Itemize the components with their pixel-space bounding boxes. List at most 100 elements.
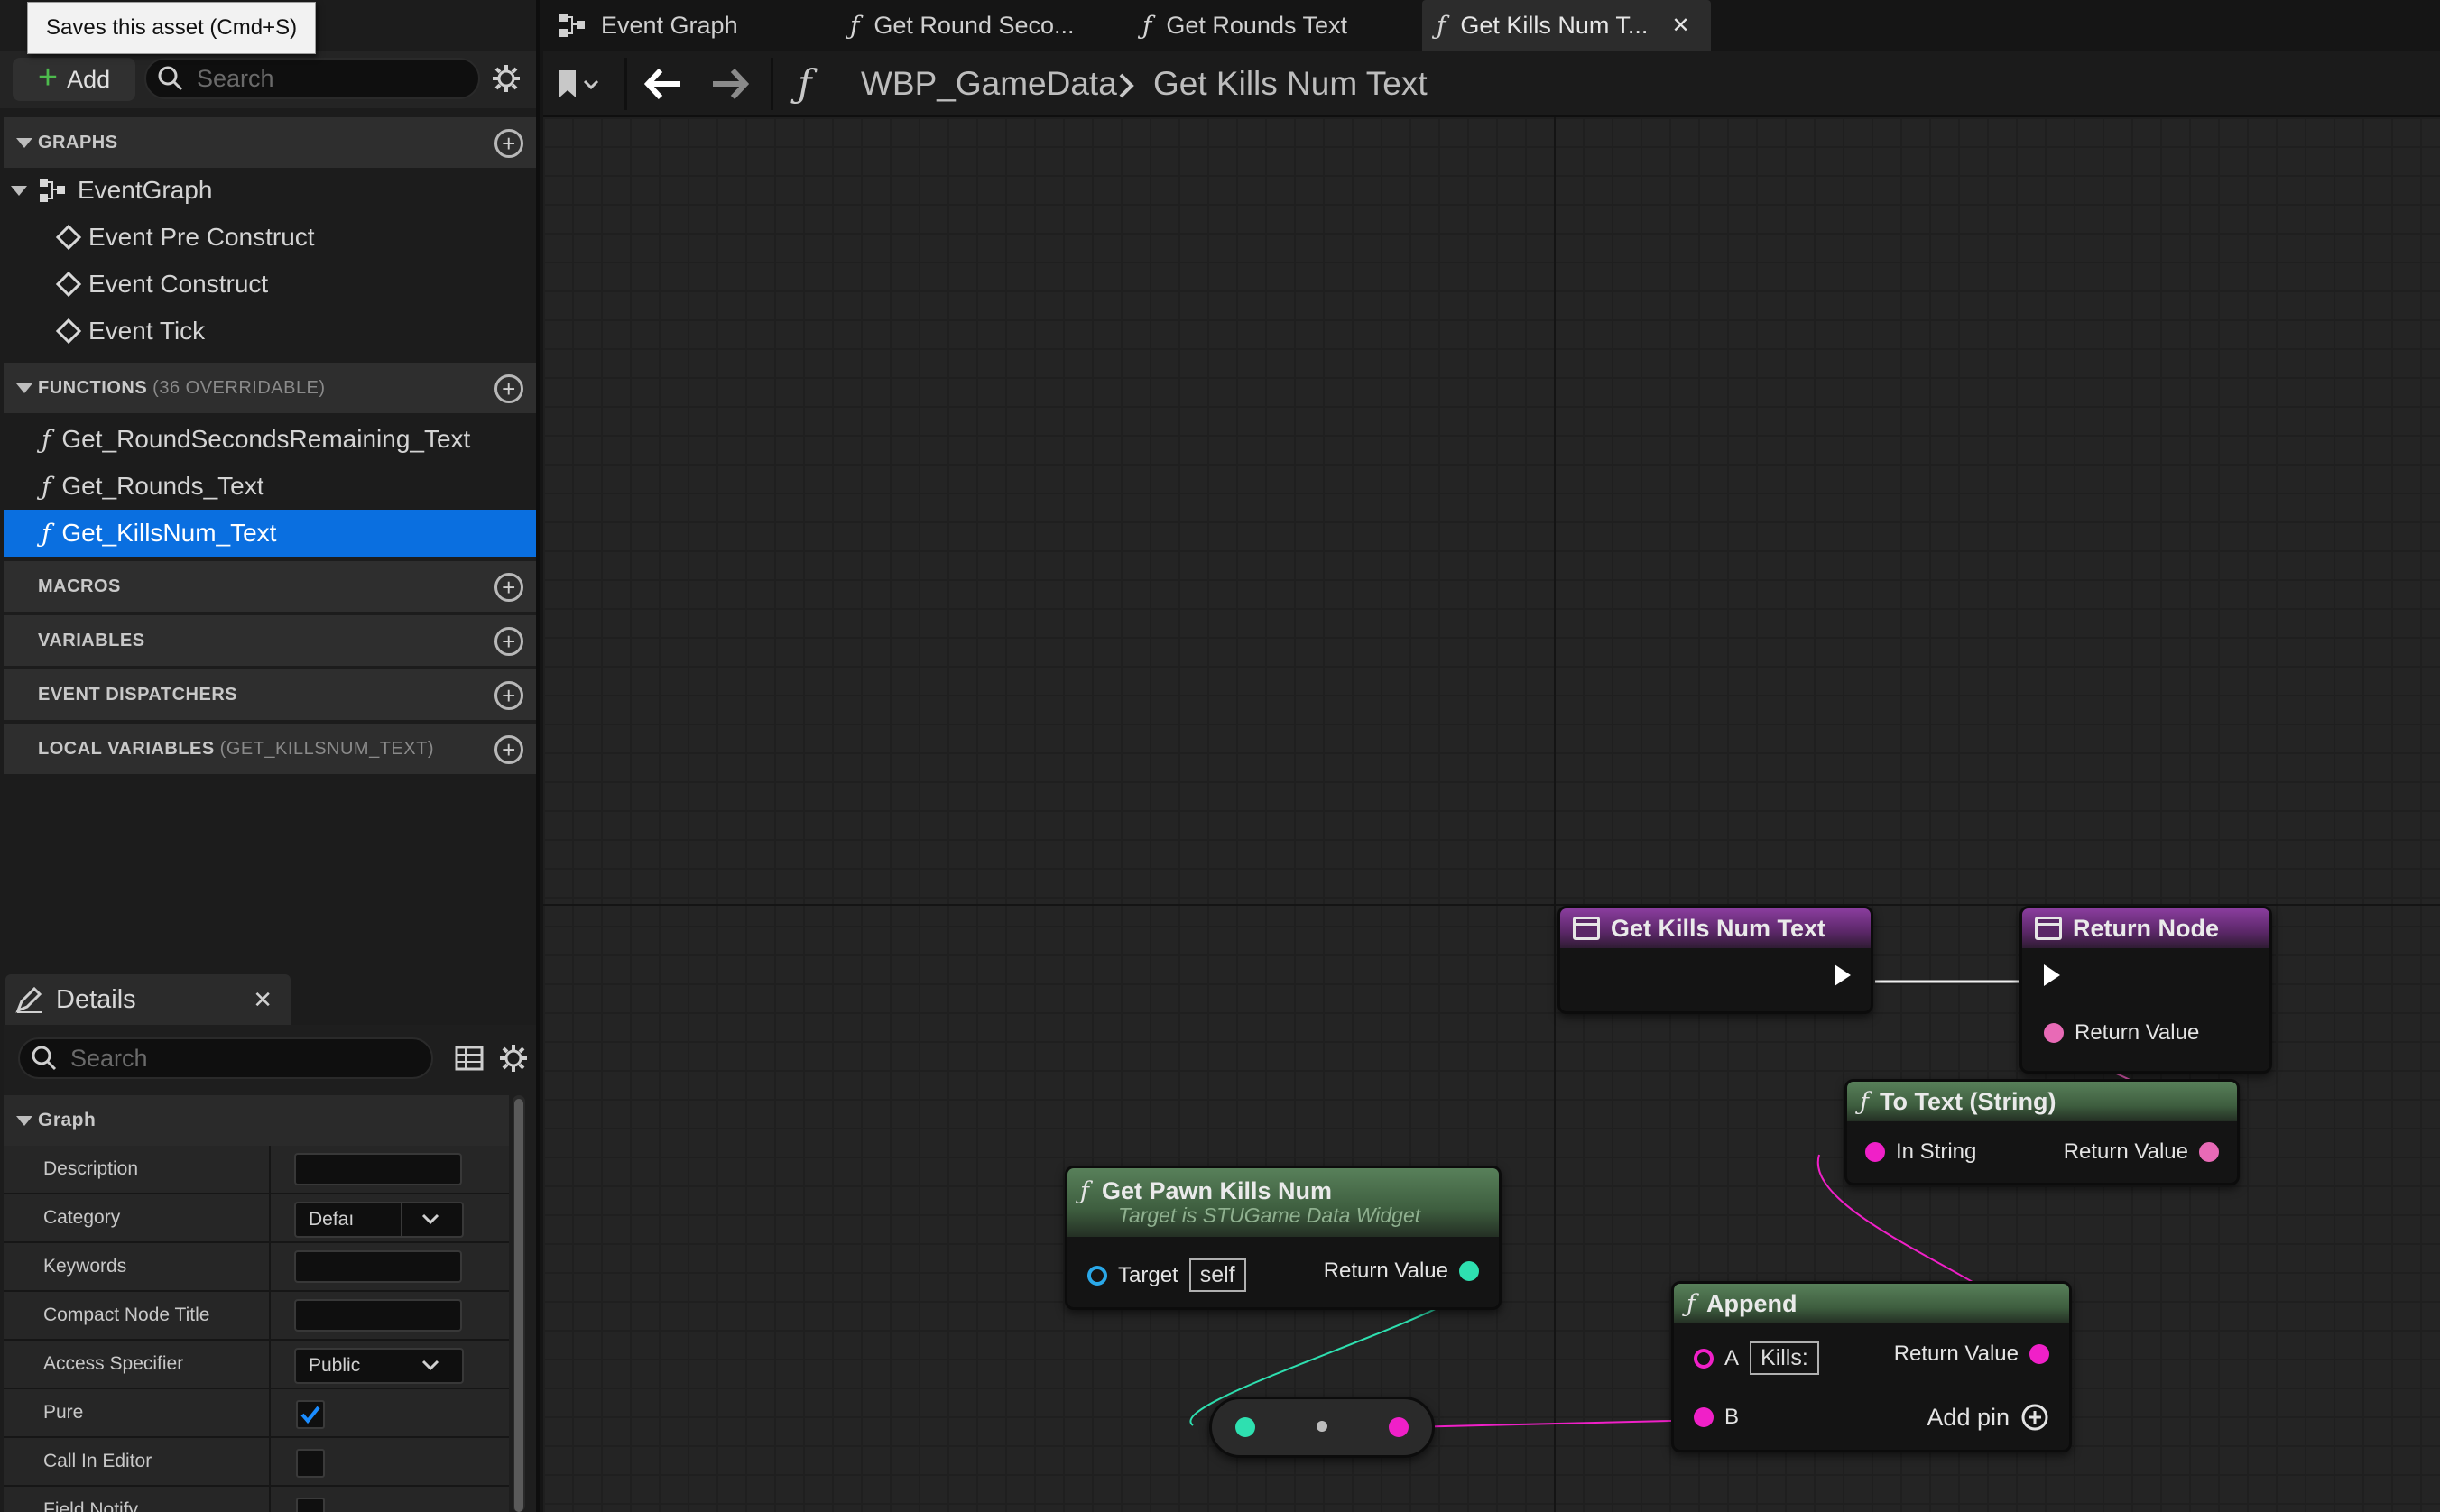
section-variables[interactable]: VARIABLES + [4, 615, 536, 666]
details-scrollbar-thumb[interactable] [514, 1099, 523, 1512]
node-append[interactable]: ƒ Append A Kills: Return Value B Add pin [1671, 1281, 2072, 1452]
details-search-input[interactable] [70, 1044, 431, 1073]
text-pin[interactable] [2199, 1142, 2219, 1162]
section-graphs[interactable]: GRAPHS + [4, 117, 536, 168]
node-to-text-string[interactable]: ƒ To Text (String) In String Return Valu… [1844, 1079, 2240, 1185]
collapse-triangle-icon [16, 383, 32, 393]
exec-out-pin[interactable] [1835, 964, 1851, 986]
back-arrow-icon[interactable] [644, 69, 684, 99]
details-group-graph[interactable]: Graph [4, 1095, 509, 1146]
tree-item-event-tick[interactable]: Event Tick [55, 308, 205, 355]
string-pin[interactable] [1865, 1142, 1885, 1162]
node-return[interactable]: Return Node Return Value [2019, 906, 2272, 1074]
add-function-icon[interactable]: + [494, 374, 523, 403]
prop-divider [269, 1389, 271, 1436]
event-graph-icon [38, 177, 67, 204]
string-pin[interactable] [1694, 1348, 1714, 1369]
close-icon[interactable]: ✕ [253, 986, 273, 1014]
blueprint-search[interactable] [144, 58, 480, 99]
field-notify-checkbox[interactable] [296, 1498, 325, 1512]
event-diamond-icon [55, 271, 82, 298]
section-graphs-label: GRAPHS [38, 132, 118, 152]
section-variables-label: VARIABLES [38, 630, 145, 650]
add-button[interactable]: + Add [13, 58, 135, 101]
add-pin-button[interactable]: Add pin [1927, 1403, 2049, 1432]
get-pawn-return-pin-row[interactable]: Return Value [1324, 1258, 1479, 1284]
access-specifier-combo[interactable]: Public [294, 1348, 464, 1384]
section-event-dispatchers[interactable]: EVENT DISPATCHERS + [4, 669, 536, 720]
description-input[interactable] [294, 1153, 462, 1185]
section-macros[interactable]: MACROS + [4, 561, 536, 612]
string-pin[interactable] [1389, 1417, 1409, 1437]
compact-title-input[interactable] [294, 1299, 462, 1332]
append-a-default-input[interactable]: Kills: [1750, 1341, 1819, 1375]
prop-divider [269, 1194, 271, 1241]
string-pin[interactable] [1694, 1407, 1714, 1427]
int-pin[interactable] [1235, 1417, 1255, 1437]
breadcrumb-root[interactable]: WBP_GameData [861, 51, 1117, 117]
prop-label: Call In Editor [43, 1451, 152, 1471]
collapse-triangle-icon [16, 1115, 32, 1126]
exec-in-pin[interactable] [2044, 964, 2060, 986]
pin-label: Return Value [1323, 1258, 1448, 1283]
target-pin-row[interactable]: Target self [1087, 1258, 1246, 1292]
target-self-default[interactable]: self [1188, 1258, 1246, 1292]
add-local-variable-icon[interactable]: + [494, 735, 523, 764]
prop-row-call-in-editor: Call In Editor [4, 1438, 509, 1487]
details-tab[interactable]: Details ✕ [5, 974, 291, 1025]
tab-event-graph[interactable]: Event Graph [543, 0, 841, 51]
forward-arrow-icon[interactable] [709, 69, 749, 99]
category-combo[interactable]: Defaı [294, 1202, 464, 1238]
bookmark-icon[interactable] [556, 67, 601, 101]
to-text-return-pin-row[interactable]: Return Value [2064, 1139, 2219, 1165]
function-result-icon [2035, 917, 2062, 940]
section-local-variables[interactable]: LOCAL VARIABLES (GET_KILLSNUM_TEXT) + [4, 724, 536, 774]
table-view-icon[interactable] [455, 1045, 484, 1072]
tab-get-round-seconds[interactable]: ƒ Get Round Seco... [836, 0, 1124, 51]
return-value-pin-row[interactable]: Return Value [2044, 1020, 2199, 1046]
node-get-pawn-kills-num[interactable]: ƒ Get Pawn Kills Num Target is STUGame D… [1065, 1166, 1502, 1310]
add-graph-icon[interactable]: + [494, 129, 523, 158]
close-tab-icon[interactable]: ✕ [1671, 13, 1689, 39]
tree-item-eventgraph[interactable]: EventGraph [11, 167, 212, 214]
section-event-dispatchers-label: EVENT DISPATCHERS [38, 684, 238, 705]
append-b-pin-row[interactable]: B [1694, 1405, 1739, 1430]
details-search[interactable] [18, 1037, 433, 1079]
tree-item-function[interactable]: ƒ Get_Rounds_Text [42, 463, 264, 510]
string-pin[interactable] [2029, 1344, 2049, 1364]
event-diamond-icon [55, 224, 82, 251]
blueprint-search-input[interactable] [197, 64, 478, 93]
tab-get-rounds-text[interactable]: ƒ Get Rounds Text [1128, 0, 1417, 51]
tree-item-function[interactable]: ƒ Get_RoundSecondsRemaining_Text [42, 416, 470, 463]
pin-label: In String [1896, 1139, 1977, 1164]
add-macro-icon[interactable]: + [494, 573, 523, 602]
int-pin[interactable] [1459, 1261, 1479, 1281]
append-a-pin-row[interactable]: A Kills: [1694, 1341, 1819, 1375]
call-in-editor-checkbox[interactable] [296, 1449, 325, 1478]
node-header: Get Kills Num Text [1560, 908, 1871, 948]
tree-item-event-pre-construct[interactable]: Event Pre Construct [55, 214, 315, 261]
add-variable-icon[interactable]: + [494, 627, 523, 656]
settings-gear-icon[interactable] [498, 1043, 529, 1074]
object-pin[interactable] [1087, 1265, 1107, 1286]
function-icon: ƒ [42, 518, 51, 549]
tab-get-kills-num-text[interactable]: ƒ Get Kills Num T... ✕ [1422, 0, 1711, 51]
node-conversion-int-to-string[interactable] [1209, 1397, 1435, 1458]
prop-label: Field Notify [43, 1499, 139, 1512]
settings-gear-icon[interactable] [491, 63, 522, 94]
append-return-pin-row[interactable]: Return Value [1894, 1341, 2049, 1367]
tree-item-function-selected[interactable]: ƒ Get_KillsNum_Text [4, 510, 536, 557]
function-label: Get_KillsNum_Text [61, 519, 277, 547]
section-local-variables-scope: (GET_KILLSNUM_TEXT) [219, 738, 434, 759]
node-function-entry[interactable]: Get Kills Num Text [1557, 906, 1873, 1014]
pure-checkbox[interactable] [296, 1400, 325, 1429]
prop-row-compact-title: Compact Node Title [4, 1292, 509, 1341]
section-functions[interactable]: FUNCTIONS (36 OVERRIDABLE) + [4, 363, 536, 413]
add-dispatcher-icon[interactable]: + [494, 681, 523, 710]
tree-item-event-construct[interactable]: Event Construct [55, 261, 268, 308]
text-pin[interactable] [2044, 1023, 2064, 1043]
graph-canvas[interactable]: Get Kills Num Text Return Node Return Va… [543, 117, 2440, 1512]
function-icon: ƒ [42, 471, 51, 502]
keywords-input[interactable] [294, 1250, 462, 1283]
in-string-pin-row[interactable]: In String [1865, 1139, 1976, 1165]
